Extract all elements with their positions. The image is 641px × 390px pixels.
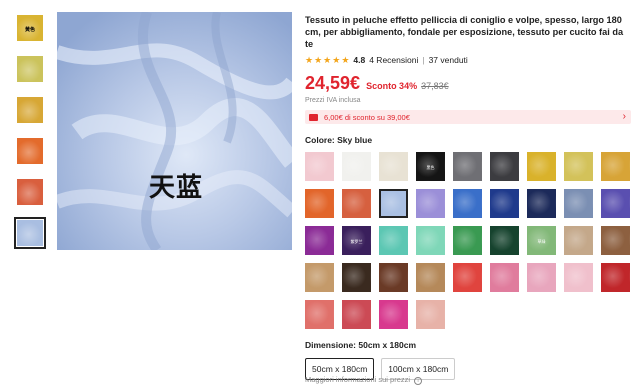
thumbnail-swatch <box>17 138 43 164</box>
thumbnail-list: 黄色 <box>14 12 50 258</box>
color-swatch[interactable] <box>305 189 334 218</box>
color-swatch[interactable] <box>342 189 371 218</box>
main-product-image: 天蓝 <box>57 12 292 250</box>
thumbnail[interactable] <box>14 217 46 249</box>
color-swatch[interactable] <box>416 189 445 218</box>
color-swatch[interactable] <box>490 263 519 292</box>
color-swatch[interactable] <box>601 152 630 181</box>
info-icon: i <box>414 377 423 385</box>
color-swatch[interactable] <box>453 189 482 218</box>
coupon-banner[interactable]: 6,00€ di sconto su 39,00€ › <box>305 110 631 124</box>
coupon-icon <box>309 113 318 121</box>
thumbnail[interactable] <box>14 135 46 167</box>
color-swatch[interactable] <box>305 300 334 329</box>
color-swatch[interactable] <box>453 152 482 181</box>
color-swatch[interactable] <box>564 189 593 218</box>
color-swatch[interactable] <box>601 226 630 255</box>
color-swatch[interactable] <box>305 226 334 255</box>
more-price-info-text: Maggiori informazioni sui prezzi <box>305 375 411 384</box>
rating-stars: ★ ★ ★ ★ ★ <box>305 54 350 65</box>
star-icon: ★ <box>341 54 350 65</box>
thumbnail-swatch <box>17 97 43 123</box>
star-icon: ★ <box>323 54 332 65</box>
color-swatch[interactable] <box>305 152 334 181</box>
color-swatch[interactable] <box>601 189 630 218</box>
rating-value: 4.8 <box>353 55 366 65</box>
color-swatch[interactable] <box>490 189 519 218</box>
fur-texture <box>57 12 292 250</box>
star-icon: ★ <box>332 54 341 65</box>
color-swatch[interactable] <box>342 300 371 329</box>
color-swatch[interactable] <box>453 263 482 292</box>
color-swatch[interactable] <box>527 263 556 292</box>
color-swatch[interactable] <box>490 226 519 255</box>
chevron-right-icon: › <box>622 111 626 122</box>
color-swatch[interactable] <box>601 263 630 292</box>
color-swatch[interactable] <box>416 300 445 329</box>
color-swatch[interactable] <box>379 189 408 218</box>
thumbnail-label: 黄色 <box>25 27 36 33</box>
product-info: Tessuto in peluche effetto pelliccia di … <box>305 14 631 380</box>
thumbnail[interactable]: 黄色 <box>14 12 46 44</box>
dimension-label: Dimensione: 50cm x 180cm <box>305 340 417 350</box>
color-swatch[interactable] <box>416 263 445 292</box>
thumbnail[interactable] <box>14 176 46 208</box>
color-swatch[interactable] <box>342 152 371 181</box>
color-swatch[interactable] <box>379 152 408 181</box>
color-swatch-label: 黑色 <box>426 165 435 170</box>
color-swatch-label: 紫罗兰 <box>350 239 363 244</box>
original-price: 37,83€ <box>421 81 449 91</box>
color-swatch[interactable] <box>564 152 593 181</box>
color-swatch[interactable] <box>416 226 445 255</box>
color-swatch[interactable] <box>342 263 371 292</box>
color-swatch[interactable]: 紫罗兰 <box>342 226 371 255</box>
price: 24,59€ <box>305 73 361 93</box>
color-label: Colore: Sky blue <box>305 135 373 145</box>
thumbnail[interactable] <box>14 53 46 85</box>
more-price-info[interactable]: Maggiori informazioni sui prezzi i <box>305 375 423 385</box>
color-swatch[interactable] <box>453 226 482 255</box>
star-icon: ★ <box>314 54 323 65</box>
thumbnail-swatch <box>17 179 43 205</box>
price-row: 24,59€ Sconto 34% 37,83€ <box>305 73 631 94</box>
color-swatch-label: 草绿 <box>537 239 546 244</box>
color-swatch[interactable] <box>527 189 556 218</box>
star-icon: ★ <box>305 54 314 65</box>
color-swatch[interactable] <box>564 226 593 255</box>
discount-badge: Sconto 34% <box>366 81 418 91</box>
thumbnail[interactable] <box>14 94 46 126</box>
color-swatch[interactable] <box>379 226 408 255</box>
thumbnail-swatch <box>17 220 43 246</box>
thumbnail-swatch <box>17 56 43 82</box>
color-swatch[interactable]: 黑色 <box>416 152 445 181</box>
color-swatch[interactable] <box>305 263 334 292</box>
color-swatch[interactable] <box>379 300 408 329</box>
coupon-text: 6,00€ di sconto su 39,00€ <box>324 112 410 122</box>
color-swatch[interactable]: 草绿 <box>527 226 556 255</box>
separator: | <box>422 55 425 65</box>
color-swatch[interactable] <box>379 263 408 292</box>
rating-row: ★ ★ ★ ★ ★ 4.8 4 Recensioni | 37 venduti <box>305 55 631 65</box>
color-options: 黑色紫罗兰 草绿 <box>305 152 631 329</box>
color-swatch[interactable] <box>527 152 556 181</box>
vat-note: Prezzi IVA inclusa <box>305 97 361 104</box>
product-title: Tessuto in peluche effetto pelliccia di … <box>305 15 624 49</box>
reviews-link[interactable]: 4 Recensioni <box>369 55 418 65</box>
color-swatch[interactable] <box>564 263 593 292</box>
sold-count: 37 venduti <box>428 55 468 65</box>
image-caption: 天蓝 <box>149 173 204 203</box>
color-swatch[interactable] <box>490 152 519 181</box>
